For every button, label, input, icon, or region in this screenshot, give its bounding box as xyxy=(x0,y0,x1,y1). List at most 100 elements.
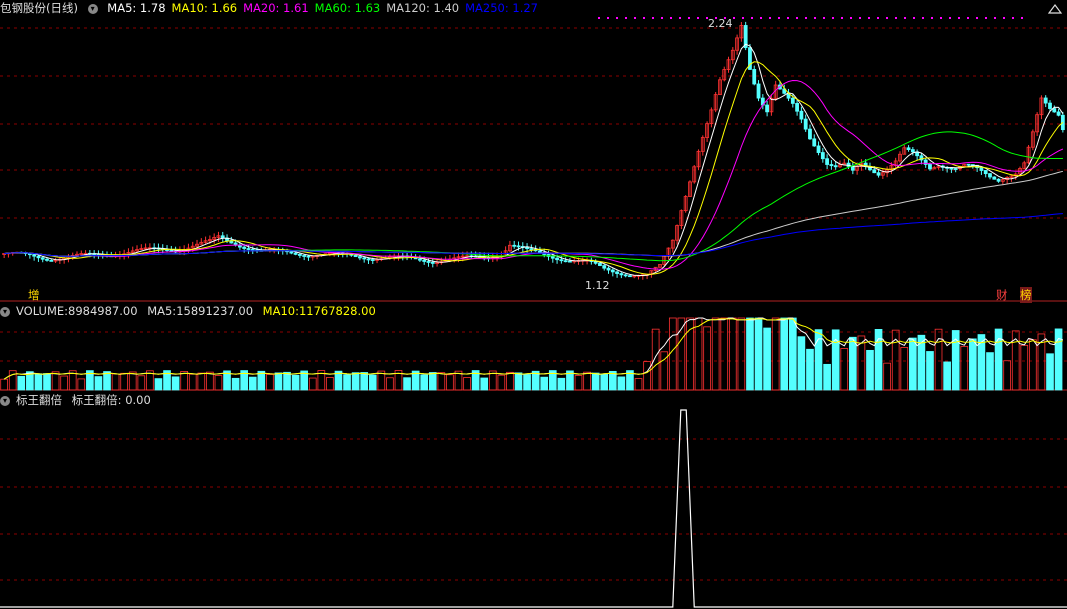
candle-down xyxy=(568,260,572,263)
volume-bar xyxy=(386,377,394,391)
volume-ma10-value: 11767828.00 xyxy=(298,304,376,318)
chart-stage: 包钢股份(日线) ▾ MA5: 1.78 MA10: 1.66 MA20: 1.61… xyxy=(0,0,1067,609)
candle-down xyxy=(910,149,915,153)
signal-marker xyxy=(886,17,888,19)
ma-legend: MA5: 1.78 MA10: 1.66 MA20: 1.61 MA60: 1.63 M… xyxy=(107,1,544,15)
volume-bar xyxy=(840,348,849,391)
signal-marker xyxy=(1021,17,1023,19)
ma-legend-item: MA60: 1.63 xyxy=(314,1,381,15)
scroll-up-icon[interactable] xyxy=(1047,3,1063,15)
volume-bar xyxy=(420,374,429,391)
signal-marker xyxy=(1003,17,1005,19)
volume-bar xyxy=(797,336,806,391)
signal-marker xyxy=(913,17,915,19)
signal-marker xyxy=(634,17,636,19)
volume-bar xyxy=(737,317,746,391)
volume-bar xyxy=(497,374,506,391)
volume-bar xyxy=(403,377,411,391)
signal-marker xyxy=(769,17,771,19)
volume-bar xyxy=(343,374,351,391)
candle-down xyxy=(302,255,307,257)
collapse-icon[interactable]: ▾ xyxy=(0,306,10,317)
volume-bar xyxy=(103,371,111,391)
volume-bar xyxy=(1011,330,1020,391)
signal-marker xyxy=(904,17,906,19)
volume-bar xyxy=(514,372,523,391)
candle-down xyxy=(906,147,911,150)
volume-title: VOLUME: xyxy=(16,304,69,318)
volume-bar xyxy=(788,317,797,391)
candle-down xyxy=(246,248,251,250)
tag-bang[interactable]: 榜 xyxy=(1020,287,1032,303)
signal-marker xyxy=(616,17,618,19)
candle-down xyxy=(602,265,607,269)
volume-bar xyxy=(308,377,317,391)
candle-down xyxy=(876,172,881,176)
candle-down xyxy=(418,258,422,261)
signal-marker xyxy=(805,17,807,19)
tag-cai[interactable]: 财 xyxy=(996,287,1008,303)
candle-down xyxy=(250,249,255,251)
indicator-series-label: 标王翻倍: xyxy=(71,393,122,407)
candle-down xyxy=(816,145,821,153)
candle-down xyxy=(619,273,624,276)
candle-down xyxy=(555,257,559,261)
volume-bar xyxy=(368,374,377,391)
ma5-line xyxy=(4,43,1064,276)
volume-bar xyxy=(986,352,994,391)
indicator-line xyxy=(0,409,1067,608)
signal-marker xyxy=(976,17,978,19)
volume-bar xyxy=(1003,360,1011,391)
candle-down xyxy=(598,262,602,266)
volume-bar xyxy=(634,378,643,391)
candle-down xyxy=(40,257,45,260)
volume-bar xyxy=(848,336,857,391)
candle-down xyxy=(362,257,367,260)
candle-down xyxy=(820,152,825,160)
candle-down xyxy=(426,261,431,263)
volume-ma5-label: MA5: xyxy=(147,304,177,318)
signal-marker xyxy=(823,17,825,19)
candle-down xyxy=(525,246,529,249)
volume-bar xyxy=(540,376,549,391)
signal-marker xyxy=(832,17,834,19)
candle-down xyxy=(829,164,834,167)
candle-down xyxy=(808,128,812,140)
candle-down xyxy=(1052,108,1057,113)
candle-down xyxy=(169,250,174,252)
tag-zeng[interactable]: 增 xyxy=(28,287,40,303)
candle-down xyxy=(812,138,817,147)
candle-down xyxy=(559,259,564,262)
volume-bar xyxy=(711,317,720,391)
ma-legend-item: MA20: 1.61 xyxy=(243,1,309,15)
candle-down xyxy=(628,275,632,278)
collapse-icon[interactable]: ▾ xyxy=(87,3,98,14)
volume-bar xyxy=(206,371,214,391)
collapse-icon[interactable]: ▾ xyxy=(0,395,10,406)
candle-down xyxy=(353,254,358,258)
ma20-line xyxy=(4,79,1064,270)
candle-down xyxy=(1056,111,1061,116)
volume-bar xyxy=(728,317,737,391)
volume-bar xyxy=(574,375,583,391)
candle-down xyxy=(966,163,971,166)
volume-bar xyxy=(763,327,771,391)
volume-value: 8984987.00 xyxy=(68,304,138,318)
signal-marker xyxy=(922,17,924,19)
candle-down xyxy=(538,250,542,253)
signal-marker xyxy=(787,17,789,19)
volume-bar xyxy=(43,373,51,391)
volume-bar xyxy=(780,317,789,391)
candle-down xyxy=(242,246,247,249)
candle-down xyxy=(953,168,958,170)
volume-bar xyxy=(591,372,600,391)
volume-bar xyxy=(523,374,531,391)
volume-bar xyxy=(754,317,763,391)
candle-down xyxy=(850,166,855,171)
volume-bar xyxy=(1029,339,1037,391)
volume-bar xyxy=(231,377,240,391)
signal-marker xyxy=(670,17,672,19)
volume-bar xyxy=(583,371,591,391)
candle-down xyxy=(803,118,808,130)
volume-bar xyxy=(8,370,17,391)
